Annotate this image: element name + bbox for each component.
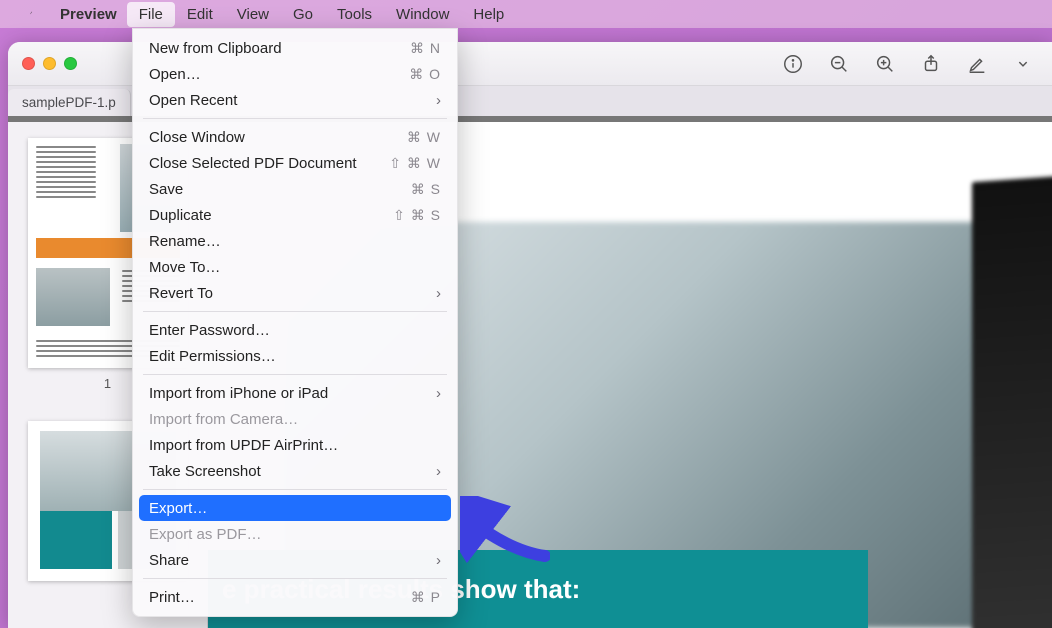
menu-item-move-to[interactable]: Move To…: [139, 254, 451, 280]
menu-item-take-screenshot[interactable]: Take Screenshot›: [139, 458, 451, 484]
window-controls: [22, 57, 77, 70]
menu-item-label: Take Screenshot: [149, 463, 436, 480]
chevron-right-icon: ›: [436, 92, 441, 109]
menu-file[interactable]: File: [127, 2, 175, 27]
chevron-right-icon: ›: [436, 552, 441, 569]
menu-item-shortcut: ⌘ W: [407, 129, 441, 146]
menu-item-label: Open Recent: [149, 92, 436, 109]
minimize-window-button[interactable]: [43, 57, 56, 70]
menu-item-label: Share: [149, 552, 436, 569]
menu-item-label: Import from iPhone or iPad: [149, 385, 436, 402]
menu-item-label: Import from Camera…: [149, 411, 441, 428]
menu-item-label: Move To…: [149, 259, 441, 276]
menu-item-new-from-clipboard[interactable]: New from Clipboard⌘ N: [139, 35, 451, 61]
document-tab[interactable]: samplePDF-1.p: [8, 89, 131, 116]
menu-edit[interactable]: Edit: [175, 2, 225, 27]
menu-item-label: Enter Password…: [149, 322, 441, 339]
menu-separator: [143, 118, 447, 119]
menu-item-shortcut: ⇧ ⌘ S: [393, 207, 441, 224]
menu-item-close-selected-pdf-document[interactable]: Close Selected PDF Document⇧ ⌘ W: [139, 150, 451, 176]
menu-item-label: Close Selected PDF Document: [149, 155, 389, 172]
apple-menu-icon[interactable]: [18, 5, 36, 23]
menu-item-duplicate[interactable]: Duplicate⇧ ⌘ S: [139, 202, 451, 228]
menu-item-label: Export…: [149, 500, 441, 517]
menu-item-shortcut: ⇧ ⌘ W: [389, 155, 441, 172]
app-name[interactable]: Preview: [50, 6, 127, 23]
menu-item-label: Export as PDF…: [149, 526, 441, 543]
menu-item-label: Revert To: [149, 285, 436, 302]
menu-separator: [143, 311, 447, 312]
system-menubar: Preview File Edit View Go Tools Window H…: [0, 0, 1052, 28]
chevron-right-icon: ›: [436, 285, 441, 302]
menu-item-export-as-pdf: Export as PDF…: [139, 521, 451, 547]
menu-item-open-recent[interactable]: Open Recent›: [139, 87, 451, 113]
menu-item-label: Close Window: [149, 129, 407, 146]
menu-go[interactable]: Go: [281, 2, 325, 27]
menu-item-revert-to[interactable]: Revert To›: [139, 280, 451, 306]
menu-item-import-from-camera: Import from Camera…: [139, 406, 451, 432]
info-icon[interactable]: [778, 49, 808, 79]
menu-item-shortcut: ⌘ S: [411, 181, 441, 198]
menu-item-import-from-iphone-or-ipad[interactable]: Import from iPhone or iPad›: [139, 380, 451, 406]
share-icon[interactable]: [916, 49, 946, 79]
menu-item-label: Save: [149, 181, 411, 198]
menu-item-label: Print…: [149, 589, 411, 606]
menu-item-share[interactable]: Share›: [139, 547, 451, 573]
menu-window[interactable]: Window: [384, 2, 461, 27]
menu-item-close-window[interactable]: Close Window⌘ W: [139, 124, 451, 150]
chevron-right-icon: ›: [436, 463, 441, 480]
menu-item-label: Import from UPDF AirPrint…: [149, 437, 441, 454]
menu-item-export[interactable]: Export…: [139, 495, 451, 521]
close-window-button[interactable]: [22, 57, 35, 70]
zoom-window-button[interactable]: [64, 57, 77, 70]
menu-item-save[interactable]: Save⌘ S: [139, 176, 451, 202]
markup-icon[interactable]: [962, 49, 992, 79]
menu-item-shortcut: ⌘ N: [410, 40, 441, 57]
menu-separator: [143, 374, 447, 375]
annotation-arrow: [460, 496, 550, 566]
menu-item-label: Rename…: [149, 233, 441, 250]
menu-item-label: New from Clipboard: [149, 40, 410, 57]
menu-help[interactable]: Help: [461, 2, 516, 27]
zoom-out-icon[interactable]: [824, 49, 854, 79]
menu-item-label: Edit Permissions…: [149, 348, 441, 365]
menu-item-label: Open…: [149, 66, 409, 83]
menu-item-import-from-updf-airprint[interactable]: Import from UPDF AirPrint…: [139, 432, 451, 458]
menu-tools[interactable]: Tools: [325, 2, 384, 27]
file-menu-dropdown: New from Clipboard⌘ NOpen…⌘ OOpen Recent…: [132, 28, 458, 617]
zoom-in-icon[interactable]: [870, 49, 900, 79]
menu-separator: [143, 489, 447, 490]
menu-item-enter-password[interactable]: Enter Password…: [139, 317, 451, 343]
document-image-detail: [972, 174, 1052, 628]
menu-view[interactable]: View: [225, 2, 281, 27]
menu-item-shortcut: ⌘ O: [409, 66, 441, 83]
toolbar-menu-chevron-icon[interactable]: [1008, 49, 1038, 79]
chevron-right-icon: ›: [436, 385, 441, 402]
menu-item-edit-permissions[interactable]: Edit Permissions…: [139, 343, 451, 369]
menu-item-rename[interactable]: Rename…: [139, 228, 451, 254]
menu-item-label: Duplicate: [149, 207, 393, 224]
menu-item-shortcut: ⌘ P: [411, 589, 441, 606]
menu-item-open[interactable]: Open…⌘ O: [139, 61, 451, 87]
menu-item-print[interactable]: Print…⌘ P: [139, 584, 451, 610]
menu-separator: [143, 578, 447, 579]
